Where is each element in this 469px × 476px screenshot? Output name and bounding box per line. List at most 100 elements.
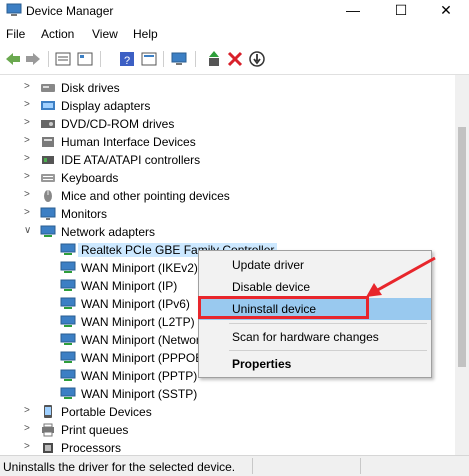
expand-icon[interactable]: > [24, 188, 34, 202]
tree-item-label: Processors [61, 441, 122, 455]
tree-item-processors[interactable]: > Processors [0, 439, 455, 455]
hid-icon [42, 137, 54, 147]
tree-item-mice[interactable]: > Mice and other pointing devices [0, 187, 455, 205]
toolbar-separator [100, 51, 101, 67]
tree-item-label: WAN Miniport (PPTP) [81, 369, 198, 383]
toolbar-separator [163, 51, 164, 67]
scrollbar-thumb[interactable] [458, 127, 466, 367]
expand-icon[interactable]: > [24, 206, 34, 220]
tree-item-label: WAN Miniport (L2TP) [81, 315, 195, 329]
tree-item-disk-drives[interactable]: > Disk drives [0, 79, 455, 97]
printer-icon [42, 423, 54, 437]
tree-item-label: Portable Devices [61, 405, 152, 419]
refresh-icon[interactable] [76, 50, 94, 68]
tree-item-label: Display adapters [61, 99, 151, 113]
menu-separator [229, 350, 427, 351]
uninstall-icon[interactable] [226, 50, 244, 68]
tree-item-label: WAN Miniport (PPPOE) [81, 351, 208, 365]
network-adapter-icon [60, 369, 76, 381]
menu-item-label: Update driver [232, 258, 305, 272]
menu-item-label: Disable device [232, 280, 311, 294]
minimize-button[interactable]: — [330, 0, 376, 22]
status-bar: Uninstalls the driver for the selected d… [0, 455, 469, 476]
tree-item-label: Keyboards [61, 171, 119, 185]
expand-icon[interactable]: > [24, 98, 34, 112]
tree-item-print-queues[interactable]: > Print queues [0, 421, 455, 439]
tree-item-display-adapters[interactable]: > Display adapters [0, 97, 455, 115]
collapse-icon[interactable]: ∨ [24, 224, 34, 238]
menu-file[interactable]: File [6, 27, 25, 41]
tree-item-wan-sstp[interactable]: WAN Miniport (SSTP) [0, 385, 455, 403]
display-adapter-icon [41, 101, 55, 110]
tree-item-network-adapters[interactable]: ∨ Network adapters [0, 223, 455, 241]
tree-item-label: Human Interface Devices [61, 135, 196, 149]
network-adapter-icon [60, 261, 76, 273]
annotation-arrow-icon [366, 256, 436, 297]
network-adapter-icon [60, 243, 76, 255]
network-adapter-icon [60, 351, 76, 363]
menu-action[interactable]: Action [41, 27, 74, 41]
status-text: Uninstalls the driver for the selected d… [3, 460, 236, 474]
tree-item-label: WAN Miniport (SSTP) [81, 387, 198, 401]
menu-view[interactable]: View [92, 27, 118, 41]
tree-item-label: WAN Miniport (IP) [81, 279, 178, 293]
menu-separator [229, 323, 427, 324]
dvd-icon [41, 120, 55, 128]
title-bar: Device Manager — ☐ ✕ [0, 0, 469, 23]
status-divider [360, 458, 361, 474]
vertical-scrollbar[interactable] [455, 75, 469, 455]
tree-item-label: Print queues [61, 423, 129, 437]
menu-help[interactable]: Help [133, 27, 158, 41]
tree-item-keyboards[interactable]: > Keyboards [0, 169, 455, 187]
expand-icon[interactable]: > [24, 422, 34, 436]
status-divider [252, 458, 253, 474]
view-icon[interactable] [140, 50, 158, 68]
disable-icon[interactable] [248, 50, 266, 68]
expand-icon[interactable]: > [24, 152, 34, 166]
keyboard-icon [41, 174, 55, 182]
tree-item-hid[interactable]: > Human Interface Devices [0, 133, 455, 151]
expand-icon[interactable]: > [24, 440, 34, 454]
tree-item-label: IDE ATA/ATAPI controllers [61, 153, 201, 167]
scan-icon[interactable] [170, 50, 188, 68]
properties-icon[interactable] [54, 50, 72, 68]
toolbar: ? [0, 45, 469, 75]
network-adapter-icon [60, 315, 76, 327]
device-manager-icon [6, 3, 22, 16]
close-button[interactable]: ✕ [423, 0, 469, 22]
menu-item-label: Scan for hardware changes [232, 330, 379, 344]
expand-icon[interactable]: > [24, 404, 34, 418]
forward-icon[interactable] [24, 50, 42, 68]
window-title: Device Manager [26, 4, 114, 18]
back-icon[interactable] [4, 50, 22, 68]
network-adapter-icon [60, 387, 76, 399]
expand-icon[interactable]: > [24, 116, 34, 130]
tree-item-portable-devices[interactable]: > Portable Devices [0, 403, 455, 421]
tree-item-label: Monitors [61, 207, 108, 221]
expand-icon[interactable]: > [24, 170, 34, 184]
expand-icon[interactable]: > [24, 80, 34, 94]
tree-item-dvd-drives[interactable]: > DVD/CD-ROM drives [0, 115, 455, 133]
menu-item-label: Properties [232, 357, 292, 371]
portable-device-icon [44, 405, 52, 418]
mouse-icon [44, 190, 52, 202]
tree-item-label: DVD/CD-ROM drives [61, 117, 175, 131]
network-adapter-icon [60, 297, 76, 309]
menu-item-properties[interactable]: Properties [199, 353, 431, 375]
menu-item-scan-hardware[interactable]: Scan for hardware changes [199, 326, 431, 348]
menu-bar: File Action View Help [0, 23, 469, 45]
help-icon[interactable]: ? [118, 50, 136, 68]
highlight-box [198, 296, 369, 319]
network-adapter-icon [40, 225, 56, 237]
tree-item-label: WAN Miniport (IKEv2) [81, 261, 198, 275]
network-adapter-icon [60, 333, 76, 345]
processor-icon [43, 443, 53, 453]
disk-drive-icon [41, 84, 55, 92]
expand-icon[interactable]: > [24, 134, 34, 148]
toolbar-separator [48, 51, 49, 67]
tree-item-ide[interactable]: > IDE ATA/ATAPI controllers [0, 151, 455, 169]
maximize-button[interactable]: ☐ [378, 0, 424, 22]
update-driver-icon[interactable] [205, 50, 223, 68]
monitor-icon [40, 207, 56, 220]
tree-item-monitors[interactable]: > Monitors [0, 205, 455, 223]
